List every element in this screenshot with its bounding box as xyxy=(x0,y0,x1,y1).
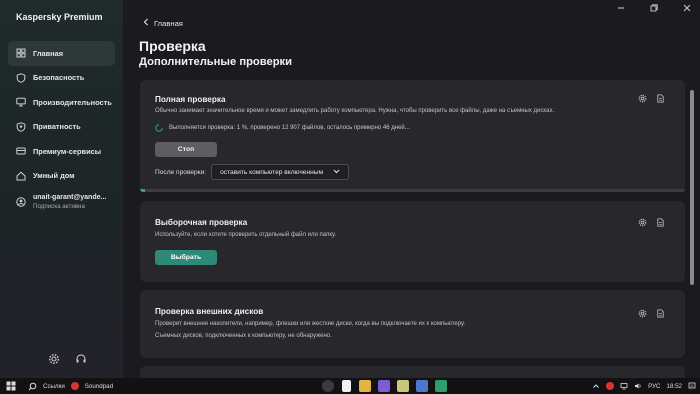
subscription-status: Подписка активна xyxy=(33,203,85,210)
sidebar-item-label: Умный дом xyxy=(33,171,75,181)
sidebar: Kaspersky Premium Главная Безопасность П… xyxy=(0,0,123,378)
sidebar-item-label: Безопасность xyxy=(33,73,85,83)
custom-scan-card: Выборочная проверка Используйте, если хо… xyxy=(140,201,685,282)
after-scan-select[interactable]: оставить компьютер включенным xyxy=(211,164,350,180)
network-icon[interactable] xyxy=(620,382,628,390)
spinner-icon xyxy=(155,124,163,132)
search-icon[interactable] xyxy=(28,382,37,391)
chevron-down-icon xyxy=(333,169,340,176)
back-link[interactable]: Главная xyxy=(143,18,183,28)
notifications-icon[interactable] xyxy=(688,382,696,390)
house-icon xyxy=(16,171,26,181)
volume-icon[interactable] xyxy=(634,382,642,390)
after-scan-value: оставить компьютер включенным xyxy=(220,168,324,176)
page-title: Проверка xyxy=(139,38,206,54)
system-tray: РУС 18:52 xyxy=(592,378,696,394)
custom-scan-description: Используйте, если хотите проверить отдел… xyxy=(155,232,337,238)
settings-gear-icon[interactable] xyxy=(638,94,647,103)
home-icon xyxy=(16,48,26,58)
external-scan-title: Проверка внешних дисков xyxy=(155,307,264,316)
windows-start-icon[interactable] xyxy=(6,381,16,391)
premium-icon xyxy=(16,146,26,156)
sidebar-nav: Главная Безопасность Производительность … xyxy=(8,41,115,215)
soundpad-icon[interactable] xyxy=(70,382,79,390)
taskbar-links-label[interactable]: Ссылки xyxy=(43,383,65,390)
settings-gear-icon[interactable] xyxy=(638,309,647,318)
scrollbar-thumb[interactable] xyxy=(690,90,694,285)
sidebar-item-label: Главная xyxy=(33,48,64,58)
scan-progress-fill xyxy=(140,189,146,192)
language-indicator[interactable]: РУС xyxy=(648,383,660,390)
sidebar-item-smart-home[interactable]: Умный дом xyxy=(8,164,115,189)
full-scan-description: Обычно занимает значительное время и мож… xyxy=(155,108,555,114)
main-content: Главная Проверка Дополнительные проверки… xyxy=(123,0,700,378)
sidebar-item-label: Приватность xyxy=(33,122,81,132)
external-scan-description: Проверит внешние накопители, например, ф… xyxy=(155,321,466,327)
kaspersky-taskbar-icon[interactable] xyxy=(435,380,447,392)
custom-scan-title: Выборочная проверка xyxy=(155,218,248,227)
taskbar-apps xyxy=(322,380,447,392)
next-card-partial xyxy=(140,366,685,378)
xbox-icon[interactable] xyxy=(322,380,334,392)
sidebar-item-label: Премиум-сервисы xyxy=(33,146,102,156)
shield-icon xyxy=(16,73,26,83)
media-icon[interactable] xyxy=(378,380,390,392)
page-subtitle: Дополнительные проверки xyxy=(139,56,293,68)
external-scan-note: Съемных дисков, подключенных к компьютер… xyxy=(155,333,332,339)
select-button[interactable]: Выбрать xyxy=(155,250,217,265)
notes-icon[interactable] xyxy=(397,380,409,392)
sidebar-item-premium[interactable]: Премиум-сервисы xyxy=(8,139,115,164)
yandex-icon[interactable] xyxy=(606,382,615,390)
privacy-shield-icon xyxy=(16,122,26,132)
scan-status: Выполняется проверка: 1 %, проверено 12 … xyxy=(155,124,410,132)
account-item[interactable]: unait-garant@yande... Подписка активна xyxy=(8,189,115,215)
full-scan-title: Полная проверка xyxy=(155,95,226,104)
photos-icon[interactable] xyxy=(416,380,428,392)
chevron-up-icon[interactable] xyxy=(592,382,600,390)
sidebar-item-label: Производительность xyxy=(33,97,112,107)
file-icon[interactable] xyxy=(342,380,351,392)
app-logo-text: Kaspersky Premium xyxy=(16,12,103,22)
report-icon[interactable] xyxy=(656,94,665,103)
chevron-left-icon xyxy=(143,18,149,28)
sidebar-item-performance[interactable]: Производительность xyxy=(8,90,115,115)
gear-icon[interactable] xyxy=(48,353,60,365)
scan-progress-bar xyxy=(140,189,685,192)
user-icon xyxy=(16,197,26,207)
taskbar-soundpad-label[interactable]: Soundpad xyxy=(85,383,113,390)
after-scan-row: После проверки: оставить компьютер включ… xyxy=(155,164,350,180)
scan-status-text: Выполняется проверка: 1 %, проверено 12 … xyxy=(169,125,410,131)
sidebar-item-security[interactable]: Безопасность xyxy=(8,66,115,91)
headset-icon[interactable] xyxy=(75,353,87,365)
account-name: unait-garant@yande... xyxy=(33,194,107,201)
monitor-icon xyxy=(16,97,26,107)
sidebar-item-home[interactable]: Главная xyxy=(8,41,115,66)
sidebar-item-privacy[interactable]: Приватность xyxy=(8,115,115,140)
external-scan-card: Проверка внешних дисков Проверит внешние… xyxy=(140,290,685,358)
stop-button[interactable]: Стоп xyxy=(155,142,217,157)
clock[interactable]: 18:52 xyxy=(667,383,682,390)
full-scan-card: Полная проверка Обычно занимает значител… xyxy=(140,80,685,192)
after-scan-label: После проверки: xyxy=(155,168,207,176)
report-icon[interactable] xyxy=(656,218,665,227)
report-icon[interactable] xyxy=(656,309,665,318)
taskbar: Ссылки Soundpad РУС 18:52 xyxy=(0,378,700,394)
settings-gear-icon[interactable] xyxy=(638,218,647,227)
folder-icon[interactable] xyxy=(359,380,371,392)
back-link-label: Главная xyxy=(154,18,183,28)
